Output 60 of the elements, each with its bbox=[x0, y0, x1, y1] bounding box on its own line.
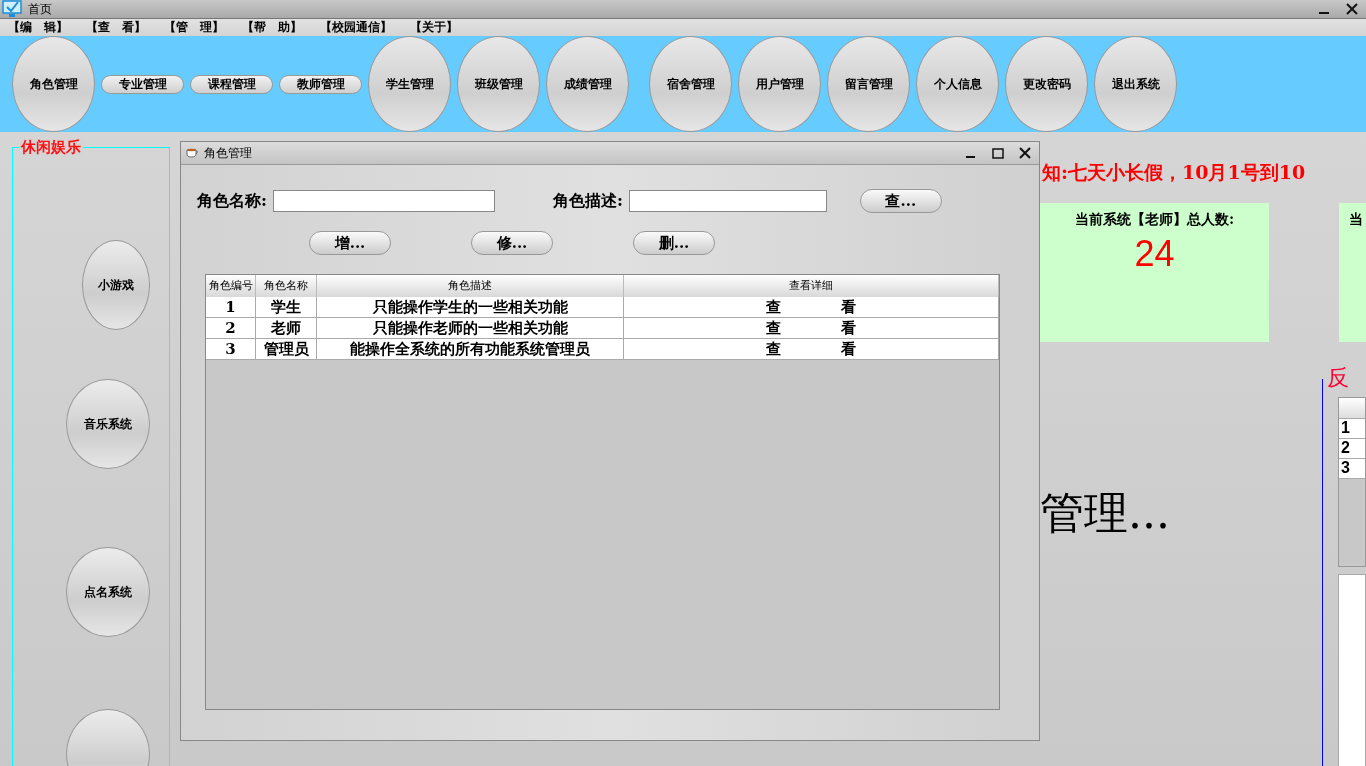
table-cell: 能操作全系统的所有功能系统管理员 bbox=[317, 339, 624, 360]
toolbar-button[interactable]: 宿舍管理 bbox=[649, 36, 732, 132]
dialog-title: 角色管理 bbox=[204, 144, 252, 162]
stat-label: 当前系统【老师】总人数: bbox=[1074, 211, 1235, 229]
toolbar-button[interactable]: 成绩管理 bbox=[546, 36, 629, 132]
menu-item[interactable]: 【校园通信】 bbox=[320, 19, 392, 36]
toolbar-button[interactable]: 角色管理 bbox=[12, 36, 95, 132]
action-button[interactable]: 修... bbox=[471, 231, 553, 255]
table-cell: 管理员 bbox=[256, 339, 317, 360]
cup-icon bbox=[185, 147, 199, 159]
toolbar-button[interactable]: 留言管理 bbox=[827, 36, 910, 132]
stat-value: 24 bbox=[1134, 233, 1175, 275]
input-field[interactable] bbox=[628, 190, 827, 212]
table-cell: 只能操作学生的一些相关功能 bbox=[317, 297, 624, 318]
table-header bbox=[1339, 398, 1365, 419]
leisure-button[interactable]: 音乐系统 bbox=[66, 379, 150, 469]
action-button[interactable]: 删... bbox=[633, 231, 715, 255]
close-icon[interactable] bbox=[1346, 3, 1358, 15]
toolbar-button[interactable]: 教师管理 bbox=[279, 74, 362, 94]
monitor-icon bbox=[2, 0, 22, 18]
search-button[interactable]: 查... bbox=[859, 189, 942, 213]
table-cell: 查 看 bbox=[624, 318, 999, 339]
toolbar-button[interactable]: 个人信息 bbox=[916, 36, 999, 132]
panel-title: 休闲娱乐 bbox=[19, 139, 83, 155]
toolbar-button[interactable]: 学生管理 bbox=[368, 36, 451, 132]
menu-item[interactable]: 【帮 助】 bbox=[242, 19, 302, 36]
toolbar-button[interactable]: 班级管理 bbox=[457, 36, 540, 132]
toolbar-button[interactable]: 专业管理 bbox=[101, 74, 184, 94]
table-cell: 2 bbox=[206, 318, 256, 339]
menu-item[interactable]: 【关于】 bbox=[410, 19, 458, 36]
maximize-icon[interactable] bbox=[992, 147, 1004, 159]
toolbar-button[interactable]: 更改密码 bbox=[1005, 36, 1088, 132]
toolbar-button[interactable]: 用户管理 bbox=[738, 36, 821, 132]
action-button[interactable]: 增... bbox=[309, 231, 391, 255]
menu-item[interactable]: 【管 理】 bbox=[164, 19, 224, 36]
toolbar-button[interactable]: 退出系统 bbox=[1094, 36, 1177, 132]
table-cell: 1 bbox=[1339, 419, 1365, 439]
input-field[interactable] bbox=[272, 190, 495, 212]
table-cell: 3 bbox=[1339, 459, 1365, 479]
close-icon[interactable] bbox=[1019, 147, 1031, 159]
table-cell: 查 看 bbox=[624, 339, 999, 360]
leisure-button[interactable]: 小游戏 bbox=[82, 240, 150, 330]
panel-title: 反 bbox=[1327, 365, 1349, 391]
banner-text: 管理... bbox=[1040, 486, 1171, 540]
table-cell: 学生 bbox=[256, 297, 317, 318]
stat-label: 当 bbox=[1349, 211, 1363, 229]
menu-item[interactable]: 【查 看】 bbox=[86, 19, 146, 36]
menu-item[interactable]: 【编 辑】 bbox=[8, 19, 68, 36]
table-cell: 3 bbox=[206, 339, 256, 360]
window-title: 首页 bbox=[28, 0, 52, 18]
field-label: 角色描述: bbox=[552, 190, 623, 212]
notice-text: 知:七天小长假，10月1号到10 bbox=[1041, 160, 1307, 185]
table-cell: 只能操作老师的一些相关功能 bbox=[317, 318, 624, 339]
table-cell: 2 bbox=[1339, 439, 1365, 459]
table-cell: 1 bbox=[206, 297, 256, 318]
table-cell: 老师 bbox=[256, 318, 317, 339]
field-label: 角色名称: bbox=[197, 190, 267, 212]
toolbar-button[interactable]: 课程管理 bbox=[190, 74, 273, 94]
leisure-button[interactable]: 点名系统 bbox=[66, 547, 150, 637]
table-cell: 查 看 bbox=[624, 297, 999, 318]
